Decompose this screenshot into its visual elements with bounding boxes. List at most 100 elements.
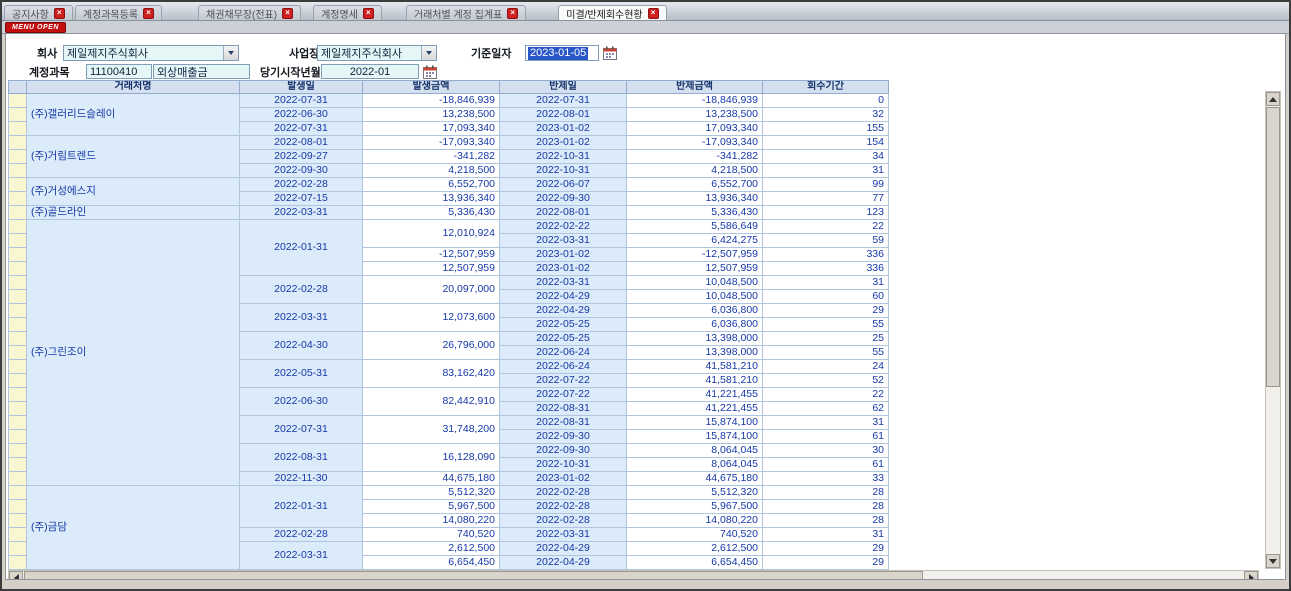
cell-settle-amount[interactable]: 5,586,649	[627, 220, 763, 234]
row-selector[interactable]	[9, 220, 27, 234]
cell-occur-date[interactable]: 2022-03-31	[240, 206, 363, 220]
company-select[interactable]: 제일제지주식회사	[63, 45, 239, 61]
vertical-scrollbar[interactable]	[1265, 91, 1281, 569]
cell-occur-amount[interactable]: -17,093,340	[363, 136, 500, 150]
horizontal-scrollbar[interactable]	[8, 570, 1259, 580]
column-header[interactable]: 발생금액	[363, 81, 500, 94]
cell-occur-amount[interactable]: 2,612,500	[363, 542, 500, 556]
cell-occur-amount[interactable]: 12,073,600	[363, 304, 500, 332]
chevron-down-icon[interactable]	[421, 46, 436, 60]
cell-settle-amount[interactable]: 12,507,959	[627, 262, 763, 276]
cell-settle-date[interactable]: 2022-02-28	[500, 500, 627, 514]
row-selector[interactable]	[9, 500, 27, 514]
cell-period[interactable]: 61	[763, 458, 889, 472]
cell-settle-date[interactable]: 2023-01-02	[500, 136, 627, 150]
base-date-input[interactable]: 2023-01-05	[525, 45, 599, 61]
tab-customer-account-summary[interactable]: 거래처별 계정 집계표 ×	[406, 5, 526, 20]
cell-settle-date[interactable]: 2023-01-02	[500, 262, 627, 276]
row-selector[interactable]	[9, 108, 27, 122]
row-selector[interactable]	[9, 318, 27, 332]
cell-settle-amount[interactable]: 13,936,340	[627, 192, 763, 206]
cell-occur-date[interactable]: 2022-05-31	[240, 360, 363, 388]
cell-period[interactable]: 28	[763, 486, 889, 500]
cell-occur-amount[interactable]: 31,748,200	[363, 416, 500, 444]
row-selector[interactable]	[9, 444, 27, 458]
cell-settle-date[interactable]: 2022-10-31	[500, 164, 627, 178]
cell-settle-amount[interactable]: 8,064,045	[627, 458, 763, 472]
cell-period[interactable]: 30	[763, 444, 889, 458]
cell-settle-date[interactable]: 2022-08-01	[500, 108, 627, 122]
vertical-scroll-thumb[interactable]	[1266, 107, 1280, 387]
cell-settle-amount[interactable]: 6,552,700	[627, 178, 763, 192]
cell-settle-amount[interactable]: 2,612,500	[627, 542, 763, 556]
cell-settle-date[interactable]: 2022-03-31	[500, 234, 627, 248]
cell-occur-date[interactable]: 2022-02-28	[240, 528, 363, 542]
cell-settle-amount[interactable]: 10,048,500	[627, 290, 763, 304]
account-name-input[interactable]	[153, 64, 250, 79]
cell-settle-amount[interactable]: 740,520	[627, 528, 763, 542]
cell-period[interactable]: 336	[763, 248, 889, 262]
row-selector[interactable]	[9, 416, 27, 430]
cell-settle-amount[interactable]: 14,080,220	[627, 514, 763, 528]
cell-occur-amount[interactable]: 5,512,320	[363, 486, 500, 500]
row-selector[interactable]	[9, 528, 27, 542]
cell-settle-date[interactable]: 2022-08-01	[500, 206, 627, 220]
menu-open-button[interactable]: MENU OPEN	[5, 22, 66, 33]
cell-period[interactable]: 123	[763, 206, 889, 220]
scroll-up-icon[interactable]	[1266, 92, 1280, 106]
cell-occur-amount[interactable]: -18,846,939	[363, 94, 500, 108]
row-selector[interactable]	[9, 430, 27, 444]
cell-settle-amount[interactable]: 6,654,450	[627, 556, 763, 570]
cell-occur-date[interactable]: 2022-07-31	[240, 416, 363, 444]
scroll-right-icon[interactable]	[1244, 571, 1258, 580]
site-select[interactable]: 제일제지주식회사	[317, 45, 437, 61]
cell-customer[interactable]: (주)금담	[27, 486, 240, 570]
scroll-left-icon[interactable]	[9, 571, 23, 580]
row-selector[interactable]	[9, 234, 27, 248]
cell-period[interactable]: 24	[763, 360, 889, 374]
close-tab-icon[interactable]: ×	[648, 8, 659, 19]
cell-occur-amount[interactable]: 6,552,700	[363, 178, 500, 192]
cell-occur-amount[interactable]: 20,097,000	[363, 276, 500, 304]
cell-settle-date[interactable]: 2023-01-02	[500, 472, 627, 486]
cell-settle-amount[interactable]: 10,048,500	[627, 276, 763, 290]
cell-period[interactable]: 0	[763, 94, 889, 108]
row-selector[interactable]	[9, 164, 27, 178]
column-header[interactable]: 반제금액	[627, 81, 763, 94]
cell-settle-amount[interactable]: 5,336,430	[627, 206, 763, 220]
calendar-icon[interactable]	[423, 65, 437, 79]
cell-settle-date[interactable]: 2022-09-30	[500, 430, 627, 444]
cell-settle-amount[interactable]: 5,512,320	[627, 486, 763, 500]
cell-occur-date[interactable]: 2022-01-31	[240, 486, 363, 528]
cell-period[interactable]: 29	[763, 542, 889, 556]
cell-settle-date[interactable]: 2022-07-31	[500, 94, 627, 108]
cell-occur-date[interactable]: 2022-03-31	[240, 304, 363, 332]
cell-period[interactable]: 33	[763, 472, 889, 486]
close-tab-icon[interactable]: ×	[54, 8, 65, 19]
cell-period[interactable]: 60	[763, 290, 889, 304]
column-header[interactable]: 발생일	[240, 81, 363, 94]
cell-settle-date[interactable]: 2022-03-31	[500, 528, 627, 542]
cell-occur-amount[interactable]: -12,507,959	[363, 248, 500, 262]
cell-occur-date[interactable]: 2022-07-15	[240, 192, 363, 206]
cell-settle-date[interactable]: 2022-09-30	[500, 444, 627, 458]
cell-period[interactable]: 29	[763, 556, 889, 570]
cell-period[interactable]: 61	[763, 430, 889, 444]
cell-period[interactable]: 155	[763, 122, 889, 136]
tab-notice[interactable]: 공지사항 ×	[4, 5, 73, 20]
cell-period[interactable]: 62	[763, 402, 889, 416]
cell-occur-date[interactable]: 2022-06-30	[240, 108, 363, 122]
row-selector[interactable]	[9, 122, 27, 136]
column-header[interactable]: 회수기간	[763, 81, 889, 94]
cell-settle-date[interactable]: 2022-07-22	[500, 388, 627, 402]
cell-occur-amount[interactable]: 740,520	[363, 528, 500, 542]
row-selector[interactable]	[9, 136, 27, 150]
cell-settle-date[interactable]: 2022-07-22	[500, 374, 627, 388]
cell-occur-amount[interactable]: 82,442,910	[363, 388, 500, 416]
cell-occur-date[interactable]: 2022-08-31	[240, 444, 363, 472]
cell-occur-amount[interactable]: 17,093,340	[363, 122, 500, 136]
cell-settle-date[interactable]: 2022-06-24	[500, 360, 627, 374]
row-selector[interactable]	[9, 150, 27, 164]
row-selector[interactable]	[9, 206, 27, 220]
cell-settle-amount[interactable]: 41,581,210	[627, 360, 763, 374]
